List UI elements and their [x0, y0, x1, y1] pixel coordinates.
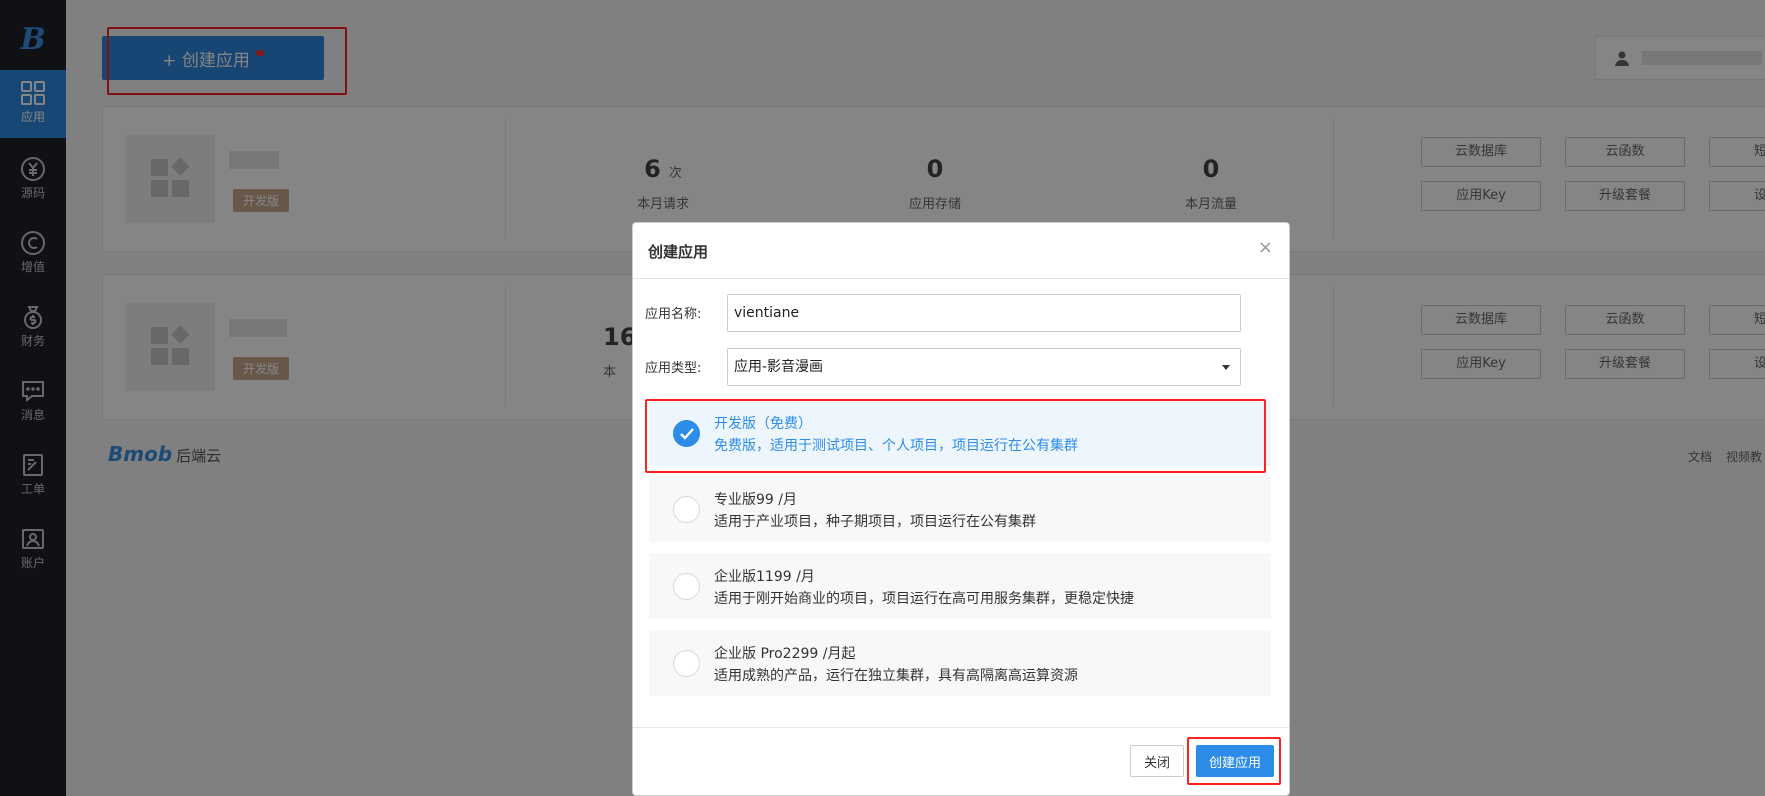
- plan-title: 企业版1199 /月: [714, 569, 815, 585]
- radio-unchecked[interactable]: [673, 650, 700, 677]
- app-type-label: 应用类型:: [645, 361, 702, 376]
- plan-description: 适用于刚开始商业的项目，项目运行在高可用服务集群，更稳定快捷: [714, 591, 1134, 607]
- plan-title: 企业版 Pro2299 /月起: [714, 646, 856, 662]
- app-type-select[interactable]: 应用-影音漫画: [727, 348, 1241, 386]
- app-name-input[interactable]: vientiane: [727, 294, 1241, 332]
- radio-unchecked[interactable]: [673, 496, 700, 523]
- modal-title: 创建应用: [648, 243, 709, 261]
- radio-unchecked[interactable]: [673, 573, 700, 600]
- highlight-box-plan: [645, 399, 1266, 473]
- plan-option-pro[interactable]: 专业版99 /月 适用于产业项目，种子期项目，项目运行在公有集群: [649, 476, 1271, 542]
- modal-footer-divider: [633, 727, 1289, 728]
- close-icon[interactable]: ×: [1258, 237, 1273, 258]
- plan-option-enterprise-pro[interactable]: 企业版 Pro2299 /月起 适用成熟的产品，运行在独立集群，具有高隔离高运算…: [649, 630, 1271, 696]
- modal-header: 创建应用 ×: [633, 223, 1289, 279]
- plan-description: 适用成熟的产品，运行在独立集群，具有高隔离高运算资源: [714, 668, 1078, 684]
- close-button[interactable]: 关闭: [1130, 745, 1184, 777]
- plan-title: 专业版99 /月: [714, 492, 797, 508]
- app-type-value: 应用-影音漫画: [734, 359, 824, 375]
- highlight-box-submit: [1187, 737, 1281, 785]
- plan-option-enterprise[interactable]: 企业版1199 /月 适用于刚开始商业的项目，项目运行在高可用服务集群，更稳定快…: [649, 553, 1271, 619]
- app-name-label: 应用名称:: [645, 307, 702, 322]
- plan-description: 适用于产业项目，种子期项目，项目运行在公有集群: [714, 514, 1036, 530]
- chevron-down-icon: [1222, 365, 1230, 370]
- create-app-modal: 创建应用 × 应用名称: vientiane 应用类型: 应用-影音漫画 开发版…: [632, 222, 1290, 796]
